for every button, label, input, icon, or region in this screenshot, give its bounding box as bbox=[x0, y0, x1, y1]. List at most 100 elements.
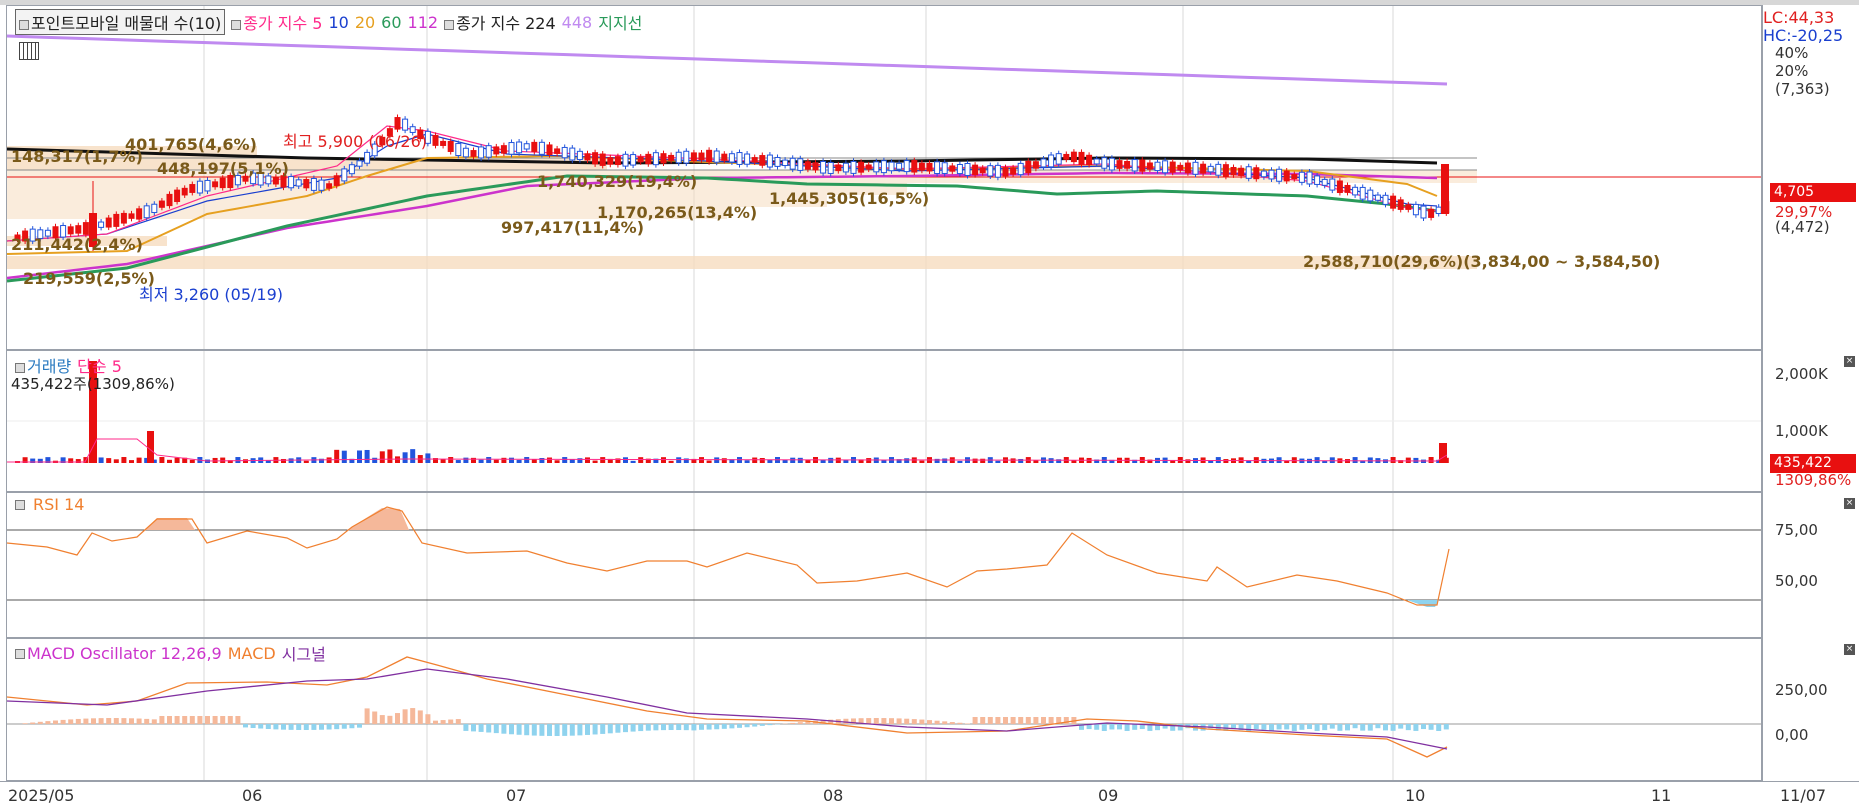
macd-osc-bar bbox=[273, 724, 278, 729]
volume-profile-label: 448,197(5,1%) bbox=[157, 159, 289, 178]
candle bbox=[805, 162, 810, 169]
volume-bar bbox=[159, 457, 164, 463]
candle bbox=[1018, 163, 1023, 174]
candle bbox=[106, 218, 111, 227]
candle bbox=[83, 223, 88, 235]
macd-osc-bar bbox=[1436, 724, 1441, 731]
high-price-label: 최고 5,900 (06/26) bbox=[283, 128, 427, 152]
hc-value: HC:-20,25 bbox=[1763, 26, 1843, 45]
volume-bar bbox=[1368, 457, 1373, 463]
scale-low-value: (4,472) bbox=[1775, 218, 1830, 236]
volume-bar bbox=[1429, 457, 1434, 463]
candle bbox=[1132, 160, 1137, 171]
macd-osc-bar bbox=[547, 724, 552, 736]
volume-bar bbox=[585, 457, 590, 463]
macd-scale-0: 0,00 bbox=[1775, 726, 1808, 744]
candle bbox=[121, 213, 126, 223]
volume-bar bbox=[562, 457, 567, 463]
ma224-legend[interactable]: 종가 지수 224 bbox=[444, 10, 556, 34]
candle bbox=[213, 182, 218, 187]
volume-scale-2000k: 2,000K bbox=[1775, 365, 1828, 383]
candle bbox=[1254, 168, 1259, 179]
candle bbox=[828, 162, 833, 173]
candle bbox=[1284, 171, 1289, 181]
macd-osc-bar bbox=[638, 724, 643, 731]
candle bbox=[919, 163, 924, 170]
macd-osc-bar bbox=[1102, 724, 1107, 731]
price-title[interactable]: 포인트모바일 매물대 수(10) bbox=[15, 9, 225, 35]
candle bbox=[1246, 167, 1251, 179]
candle bbox=[1056, 154, 1061, 164]
candle bbox=[798, 159, 803, 171]
volume-bar bbox=[1254, 457, 1259, 463]
volume-bar bbox=[935, 459, 940, 463]
candle bbox=[1345, 185, 1350, 192]
volume-bar bbox=[494, 460, 499, 463]
candle bbox=[1049, 155, 1054, 167]
macd-osc-bar bbox=[1444, 724, 1449, 729]
x-label: 10 bbox=[1405, 786, 1425, 805]
close-icon[interactable]: × bbox=[1844, 644, 1855, 655]
macd-osc-bar bbox=[501, 724, 506, 734]
candle bbox=[1277, 169, 1282, 181]
macd-osc-bar bbox=[615, 724, 620, 733]
candle bbox=[433, 135, 438, 145]
candle bbox=[843, 163, 848, 172]
macd-osc-bar bbox=[228, 716, 233, 724]
macd-chart-pane[interactable]: MACD Oscillator 12,26,9 MACD 시그널 bbox=[6, 638, 1762, 781]
macd-osc-label[interactable]: MACD Oscillator 12,26,9 bbox=[15, 644, 222, 663]
candle bbox=[517, 142, 522, 153]
macd-osc-bar bbox=[387, 716, 392, 724]
candle bbox=[813, 163, 818, 170]
candle bbox=[175, 190, 180, 201]
candle bbox=[304, 180, 309, 188]
volume-bar bbox=[1216, 457, 1221, 463]
volume-bar bbox=[790, 458, 795, 463]
rsi-chart-pane[interactable]: RSI 14 bbox=[6, 492, 1762, 638]
macd-osc-bar bbox=[722, 724, 727, 729]
ma-legend[interactable]: 종가 지수 5 bbox=[231, 10, 322, 34]
ma20-legend: 20 bbox=[355, 13, 375, 32]
volume-chart bbox=[7, 351, 1762, 492]
rsi-legend[interactable]: RSI 14 bbox=[15, 495, 84, 514]
volume-bar bbox=[1330, 457, 1335, 463]
volume-bar bbox=[304, 461, 309, 463]
candle bbox=[1269, 170, 1274, 179]
macd-osc-bar bbox=[798, 722, 803, 724]
candle bbox=[289, 177, 294, 188]
volume-bar bbox=[501, 458, 506, 463]
macd-osc-bar bbox=[1345, 724, 1350, 730]
macd-osc-bar bbox=[53, 720, 58, 724]
macd-osc-bar bbox=[190, 716, 195, 724]
volume-bar bbox=[676, 457, 681, 463]
price-chart-pane[interactable]: 포인트모바일 매물대 수(10) 종가 지수 5 10 20 60 112 종가… bbox=[6, 5, 1762, 350]
candle bbox=[593, 153, 598, 164]
candle bbox=[311, 178, 316, 190]
candle bbox=[1041, 159, 1046, 167]
candle bbox=[532, 142, 537, 151]
volume-label[interactable]: 거래량 bbox=[15, 353, 71, 377]
volume-current-tag: 435,422 bbox=[1770, 454, 1856, 473]
candle bbox=[365, 152, 370, 163]
volume-bar bbox=[995, 461, 1000, 463]
macd-osc-bar bbox=[1003, 717, 1008, 724]
macd-osc-bar bbox=[433, 721, 438, 724]
macd-osc-bar bbox=[1125, 724, 1130, 731]
candle bbox=[1223, 165, 1228, 177]
close-icon[interactable]: × bbox=[1844, 498, 1855, 509]
macd-osc-bar bbox=[175, 716, 180, 724]
close-icon[interactable]: × bbox=[1844, 356, 1855, 367]
volume-chart-pane[interactable]: 거래량 단순 5 435,422주(1309,86%) bbox=[6, 350, 1762, 492]
candle bbox=[1353, 187, 1358, 195]
volume-bar bbox=[752, 458, 757, 463]
macd-osc-bar bbox=[1033, 717, 1038, 724]
grid-icon[interactable] bbox=[19, 42, 39, 60]
volume-bar bbox=[121, 457, 126, 463]
candle bbox=[676, 152, 681, 163]
candle bbox=[1109, 158, 1114, 170]
macd-osc-bar bbox=[539, 724, 544, 736]
volume-bar bbox=[707, 461, 712, 463]
candle bbox=[1231, 167, 1236, 174]
macd-osc-bar bbox=[881, 718, 886, 724]
volume-bar bbox=[395, 456, 400, 463]
